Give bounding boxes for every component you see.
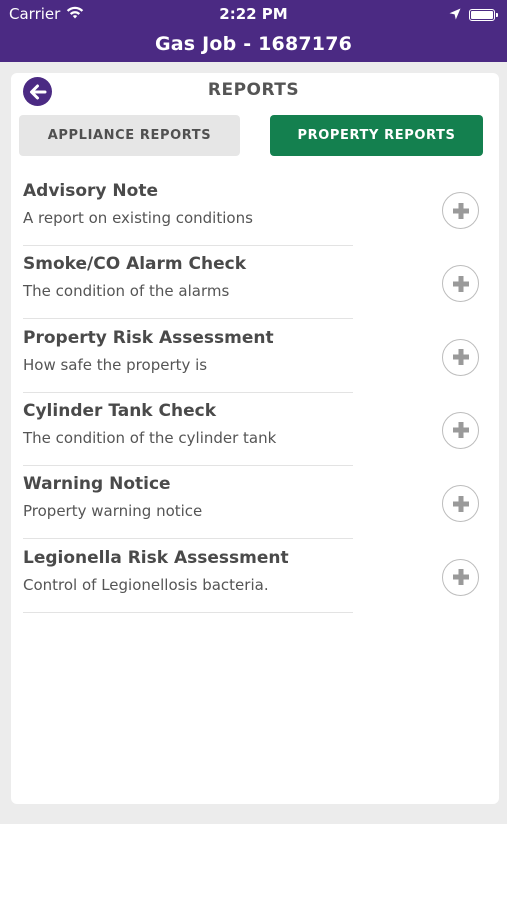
report-title: Property Risk Assessment xyxy=(23,327,274,348)
report-description: Property warning notice xyxy=(23,502,203,521)
plus-icon xyxy=(450,493,472,515)
item-divider xyxy=(23,538,353,540)
report-item[interactable]: Cylinder Tank Check The condition of the … xyxy=(23,398,483,471)
report-item[interactable]: Advisory Note A report on existing condit… xyxy=(23,178,483,251)
page-title: REPORTS xyxy=(207,80,300,100)
report-title: Advisory Note xyxy=(23,181,158,201)
header-title: Gas Job - 1687176 xyxy=(154,33,353,55)
status-bar: Carrier 2:22 PM xyxy=(0,0,507,28)
report-description: A report on existing conditions xyxy=(23,209,253,227)
report-title: Legionella Risk Assessment xyxy=(23,547,289,568)
item-divider xyxy=(23,245,353,246)
item-divider xyxy=(23,611,353,613)
report-description: How safe the property is xyxy=(23,355,208,374)
report-item[interactable]: Smoke/CO Alarm Check The condition of the… xyxy=(23,251,483,324)
add-report-button[interactable] xyxy=(442,411,479,449)
item-divider xyxy=(23,318,353,320)
battery-icon xyxy=(469,9,498,21)
add-report-button[interactable] xyxy=(442,558,479,596)
add-report-button[interactable] xyxy=(442,338,479,376)
add-report-button[interactable] xyxy=(442,485,479,523)
status-time: 2:22 PM xyxy=(219,5,288,23)
report-description: Control of Legionellosis bacteria. xyxy=(23,575,269,594)
report-description: The condition of the alarms xyxy=(23,282,230,301)
plus-icon xyxy=(450,419,472,441)
report-title: Smoke/CO Alarm Check xyxy=(23,254,247,275)
report-item[interactable]: Warning Notice Property warning notice xyxy=(23,471,483,544)
plus-icon xyxy=(450,566,472,588)
report-description: The condition of the cylinder tank xyxy=(23,428,277,447)
report-item[interactable]: Legionella Risk Assessment Control of Leg… xyxy=(23,545,483,618)
plus-icon xyxy=(450,273,472,295)
location-arrow-icon xyxy=(449,6,461,24)
tab-appliance-reports[interactable]: APPLIANCE REPORTS xyxy=(19,115,240,156)
plus-icon xyxy=(450,200,472,222)
report-item[interactable]: Property Risk Assessment How safe the pro… xyxy=(23,325,483,398)
report-title: Cylinder Tank Check xyxy=(23,400,217,421)
item-divider xyxy=(23,464,353,466)
app-header: Carrier 2:22 PM Gas Job - 1687176 xyxy=(0,0,507,62)
plus-icon xyxy=(450,346,472,368)
report-title: Warning Notice xyxy=(23,474,171,495)
item-divider xyxy=(23,391,353,393)
status-right xyxy=(449,6,498,24)
tab-property-reports[interactable]: PROPERTY REPORTS xyxy=(270,115,483,156)
add-report-button[interactable] xyxy=(442,192,479,229)
add-report-button[interactable] xyxy=(442,265,479,303)
